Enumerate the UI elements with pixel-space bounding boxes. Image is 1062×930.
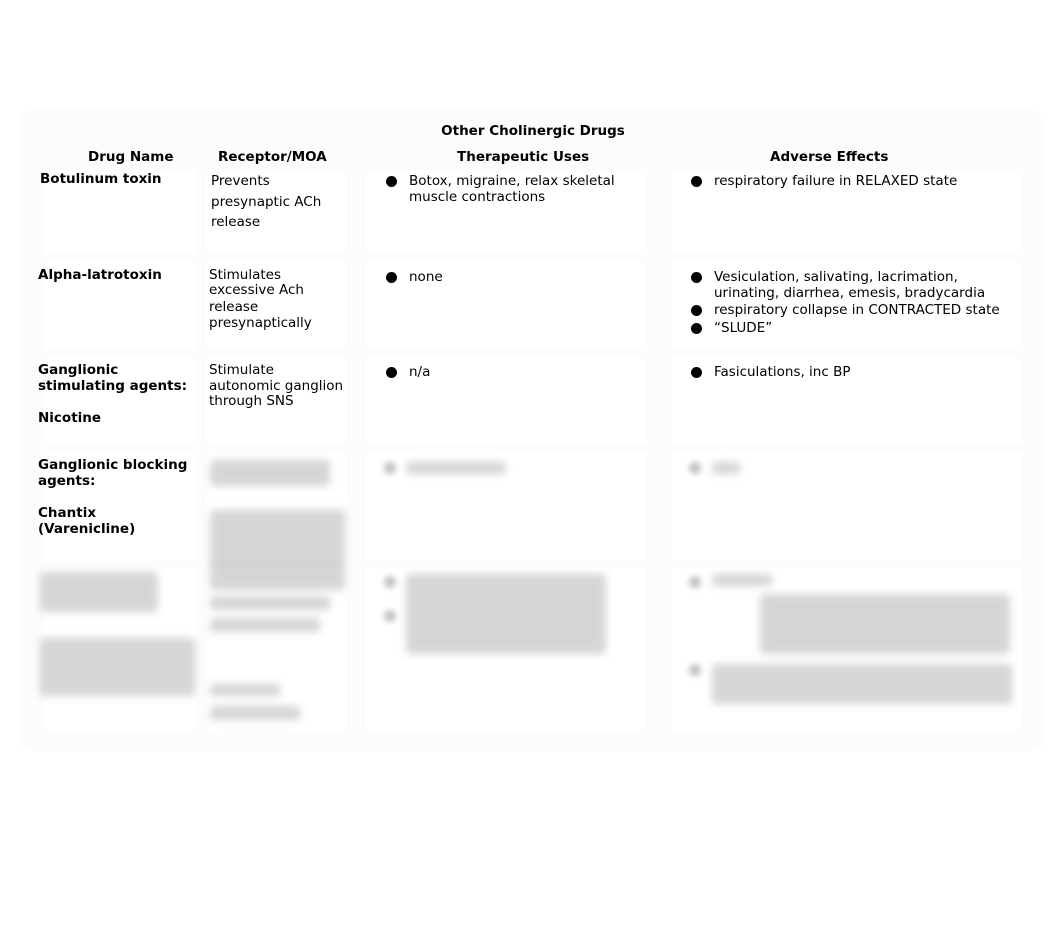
bullet-icon	[384, 610, 396, 622]
bullet-icon	[384, 576, 396, 588]
blurred-moa-text	[210, 460, 330, 486]
drug-name: agents:	[38, 473, 96, 489]
moa-line: Stimulates	[209, 267, 281, 283]
item-text: Fasiculations, inc BP	[714, 364, 851, 380]
table-cell-bg	[366, 358, 646, 444]
table-cell-bg	[366, 262, 646, 350]
moa-line: presynaptically	[209, 315, 312, 331]
bullet-icon	[384, 462, 396, 474]
moa-line: Prevents	[211, 173, 270, 189]
column-header-drug-name: Drug Name	[88, 149, 174, 165]
bullet-icon	[386, 176, 397, 187]
blurred-moa-text	[210, 706, 300, 720]
bullet-icon	[691, 367, 702, 378]
drug-name: stimulating agents:	[38, 378, 188, 394]
moa-line: excessive Ach	[209, 282, 304, 298]
column-header-therapeutic-uses: Therapeutic Uses	[457, 149, 590, 165]
blurred-use-text	[406, 574, 606, 654]
blurred-moa-text	[210, 596, 330, 610]
blurred-adverse-text	[760, 594, 1010, 654]
column-header-adverse-effects: Adverse Effects	[770, 149, 889, 165]
moa-line: presynaptic ACh	[211, 194, 322, 210]
moa-line: autonomic ganglion	[209, 378, 344, 394]
blurred-moa-text	[210, 684, 280, 696]
drug-name: Alpha-latrotoxin	[38, 267, 162, 283]
table-title: Other Cholinergic Drugs	[441, 123, 625, 139]
blurred-moa-text	[210, 510, 345, 590]
drug-name: (Varenicline)	[38, 521, 136, 537]
moa-line: release	[209, 299, 259, 315]
blurred-moa-text	[210, 618, 320, 632]
bullet-icon	[689, 576, 701, 588]
item-text: urinating, diarrhea, emesis, bradycardia	[714, 285, 986, 301]
item-text: none	[409, 269, 443, 285]
blurred-use-text	[406, 462, 506, 474]
item-text: n/a	[409, 364, 431, 380]
bullet-icon	[386, 272, 397, 283]
bullet-icon	[386, 367, 397, 378]
drug-name: Botulinum toxin	[40, 171, 162, 187]
item-text: “SLUDE”	[714, 320, 773, 336]
bullet-icon	[691, 176, 702, 187]
item-text: respiratory failure in RELAXED state	[714, 173, 958, 189]
item-text: Botox, migraine, relax skeletal	[409, 173, 615, 189]
blurred-adverse-text	[712, 574, 772, 586]
bullet-icon	[691, 272, 702, 283]
blurred-adverse-text	[712, 664, 1012, 704]
drug-name: Ganglionic	[38, 362, 119, 378]
blurred-drug-name	[40, 572, 158, 612]
drug-name: Nicotine	[38, 410, 102, 426]
drug-name: Chantix	[38, 505, 97, 521]
bullet-icon	[689, 462, 701, 474]
column-header-receptor-moa: Receptor/MOA	[218, 149, 327, 165]
bullet-icon	[691, 305, 702, 316]
moa-line: through SNS	[209, 393, 294, 409]
blurred-adverse-text	[712, 462, 740, 474]
bullet-icon	[689, 664, 701, 676]
drug-name: Ganglionic blocking	[38, 457, 188, 473]
moa-line: release	[211, 214, 261, 230]
moa-line: Stimulate	[209, 362, 274, 378]
item-text: respiratory collapse in CONTRACTED state	[714, 302, 1000, 318]
item-text: Vesiculation, salivating, lacrimation,	[714, 269, 958, 285]
bullet-icon	[691, 323, 702, 334]
item-text: muscle contractions	[409, 189, 546, 205]
blurred-drug-name	[40, 638, 195, 696]
